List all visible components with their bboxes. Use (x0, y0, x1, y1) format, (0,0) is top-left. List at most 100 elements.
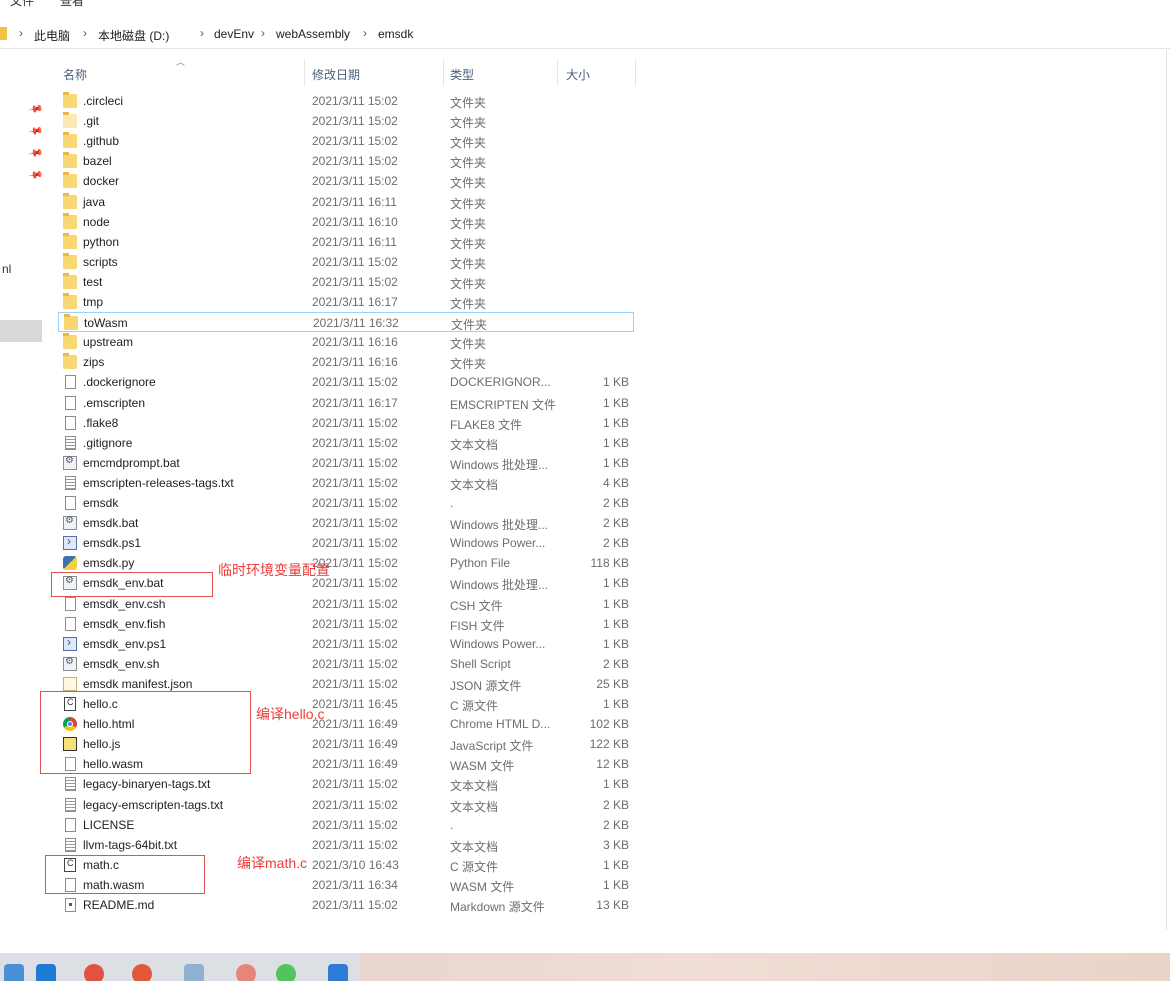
column-divider[interactable] (304, 60, 305, 86)
pin-icon[interactable]: 📌 (27, 145, 44, 161)
file-row[interactable]: legacy-binaryen-tags.txt 2021/3/11 15:02 文… (58, 774, 634, 794)
file-type: Windows Power... (450, 536, 546, 551)
chrome-icon[interactable] (84, 964, 104, 981)
file-row[interactable]: .dockerignore 2021/3/11 15:02 DOCKERIGNOR.… (58, 372, 634, 392)
file-name: .dockerignore (83, 375, 156, 390)
column-header-name[interactable]: 名称 (63, 66, 87, 83)
nav-item-label[interactable]: nl (2, 262, 11, 276)
file-name: .git (83, 114, 100, 129)
column-divider[interactable] (443, 60, 444, 86)
file-date: 2021/3/11 15:02 (312, 898, 398, 912)
file-row[interactable]: README.md 2021/3/11 15:02 Markdown 源文件 13 K… (58, 895, 634, 915)
file-name: upstream (83, 335, 134, 350)
file-row[interactable]: node 2021/3/11 16:10 文件夹 (58, 212, 634, 232)
column-divider[interactable] (635, 60, 636, 86)
annotation-note-env: 临时环境变量配置 (218, 562, 330, 578)
menu-view[interactable]: 查看 (60, 0, 84, 9)
file-date: 2021/3/11 15:02 (312, 676, 398, 691)
pin-icon[interactable]: 📌 (27, 101, 44, 117)
file-row[interactable]: legacy-emscripten-tags.txt 2021/3/11 15:0… (58, 795, 634, 815)
wechat-icon[interactable] (276, 964, 296, 981)
file-row[interactable]: toWasm 2021/3/11 16:32 文件夹 (58, 312, 634, 333)
file-row[interactable]: java 2021/3/11 16:11 文件夹 (58, 192, 634, 212)
batch-file-icon (63, 515, 77, 531)
file-name: emscripten-releases-tags.txt (83, 475, 234, 490)
file-date: 2021/3/11 16:49 (312, 717, 398, 732)
file-name: bazel (83, 154, 112, 169)
nav-item-selected[interactable] (0, 320, 42, 342)
file-name: python (83, 234, 120, 249)
file-name: llvm-tags-64bit.txt (83, 837, 178, 852)
file-row[interactable]: emsdk_env.sh 2021/3/11 15:02 Shell Script 2… (58, 654, 634, 674)
file-date: 2021/3/11 15:02 (312, 154, 398, 169)
file-row[interactable]: emcmdprompt.bat 2021/3/11 15:02 Windows 批处… (58, 453, 634, 473)
file-size: 25 KB (596, 676, 629, 691)
breadcrumb-this-pc[interactable]: 此电脑 (34, 27, 70, 44)
folder-icon (63, 132, 77, 149)
file-row[interactable]: LICENSE 2021/3/11 15:02. 2 KB (58, 815, 634, 835)
file-row[interactable]: emsdk.ps1 2021/3/11 15:02 Windows Power...… (58, 533, 634, 553)
file-row[interactable]: bazel 2021/3/11 15:02 文件夹 (58, 151, 634, 171)
file-row[interactable]: tmp 2021/3/11 16:17 文件夹 (58, 292, 634, 312)
file-size: 1 KB (602, 777, 629, 792)
chrome-canary-icon[interactable] (132, 964, 152, 981)
file-row[interactable]: .circleci 2021/3/11 15:02 文件夹 (58, 91, 634, 111)
file-row[interactable]: test 2021/3/11 15:02 文件夹 (58, 272, 634, 292)
vscode-icon[interactable] (36, 964, 56, 981)
file-name: emsdk manifest.json (83, 676, 193, 691)
file-row[interactable]: zips 2021/3/11 16:16 文件夹 (58, 352, 634, 372)
file-date: 2021/3/11 15:02 (312, 114, 398, 129)
sort-up-icon: ︿ (176, 57, 186, 67)
paint-icon[interactable] (236, 964, 256, 981)
file-date: 2021/3/11 15:02 (312, 656, 398, 671)
file-date: 2021/3/11 15:02 (312, 274, 398, 289)
file-row[interactable]: .gitignore 2021/3/11 15:02 文本文档 1 KB (58, 433, 634, 453)
file-row[interactable]: scripts 2021/3/11 15:02 文件夹 (58, 252, 634, 272)
file-date: 2021/3/11 15:02 (312, 797, 398, 812)
markdown-file-icon (65, 898, 76, 912)
file-type: Python File (450, 556, 511, 571)
file-row[interactable]: .emscripten 2021/3/11 16:17 EMSCRIPTEN 文件 1… (58, 393, 634, 413)
file-explorer-icon[interactable] (4, 964, 24, 981)
file-row[interactable]: emsdk_env.fish 2021/3/11 15:02 FISH 文件 1 KB (58, 614, 634, 634)
taskbar-app-icon[interactable] (328, 964, 348, 981)
file-size: 1 KB (602, 415, 629, 430)
file-date: 2021/3/11 15:02 (312, 817, 398, 832)
file-row[interactable]: llvm-tags-64bit.txt 2021/3/11 15:02 文本文档 3 … (58, 835, 634, 855)
column-header-size[interactable]: 大小 (566, 66, 590, 83)
breadcrumb-devenv[interactable]: devEnv (214, 27, 254, 41)
pin-icon[interactable]: 📌 (27, 123, 44, 139)
file-date: 2021/3/11 16:34 (312, 877, 398, 892)
file-row[interactable]: .flake8 2021/3/11 15:02 FLAKE8 文件 1 KB (58, 413, 634, 433)
file-row[interactable]: upstream 2021/3/11 16:16 文件夹 (58, 332, 634, 352)
file-type: FLAKE8 文件 (450, 417, 523, 432)
column-header-date[interactable]: 修改日期 (312, 66, 360, 83)
file-size: 1 KB (602, 455, 629, 470)
address-bar[interactable]: › 此电脑 › 本地磁盘 (D:) › devEnv › webAssembly… (0, 22, 1170, 49)
file-row[interactable]: .git 2021/3/11 15:02 文件夹 (58, 111, 634, 131)
file-date: 2021/3/11 15:02 (312, 475, 398, 490)
column-divider[interactable] (557, 60, 558, 86)
breadcrumb-webassembly[interactable]: webAssembly (276, 27, 350, 41)
chevron-right-icon: › (261, 26, 265, 40)
pin-icon[interactable]: 📌 (27, 167, 44, 183)
recycle-icon[interactable] (184, 964, 204, 981)
folder-icon (63, 252, 77, 269)
menu-file[interactable]: 文件 (10, 0, 34, 9)
column-header-type[interactable]: 类型 (450, 66, 474, 83)
file-type: 文件夹 (450, 297, 487, 311)
file-row[interactable]: emscripten-releases-tags.txt 2021/3/11 15… (58, 473, 634, 493)
file-row[interactable]: emsdk 2021/3/11 15:02. 2 KB (58, 493, 634, 513)
breadcrumb-local-disk[interactable]: 本地磁盘 (D:) (98, 27, 169, 44)
file-size: 1 KB (602, 375, 629, 390)
breadcrumb-emsdk[interactable]: emsdk (378, 27, 413, 41)
file-row[interactable]: emsdk.py 2021/3/11 15:02 Python File 118 KB (58, 553, 634, 573)
file-type: WASM 文件 (450, 879, 515, 894)
file-row[interactable]: emsdk.bat 2021/3/11 15:02 Windows 批处理... 2 … (58, 513, 634, 533)
file-row[interactable]: python 2021/3/11 16:11 文件夹 (58, 232, 634, 252)
file-row[interactable]: .github 2021/3/11 15:02 文件夹 (58, 131, 634, 151)
file-row[interactable]: docker 2021/3/11 15:02 文件夹 (58, 171, 634, 191)
file-type: DOCKERIGNOR... (450, 375, 551, 390)
file-row[interactable]: emsdk_env.ps1 2021/3/11 15:02 Windows Powe… (58, 634, 634, 654)
file-name: legacy-emscripten-tags.txt (83, 797, 224, 812)
